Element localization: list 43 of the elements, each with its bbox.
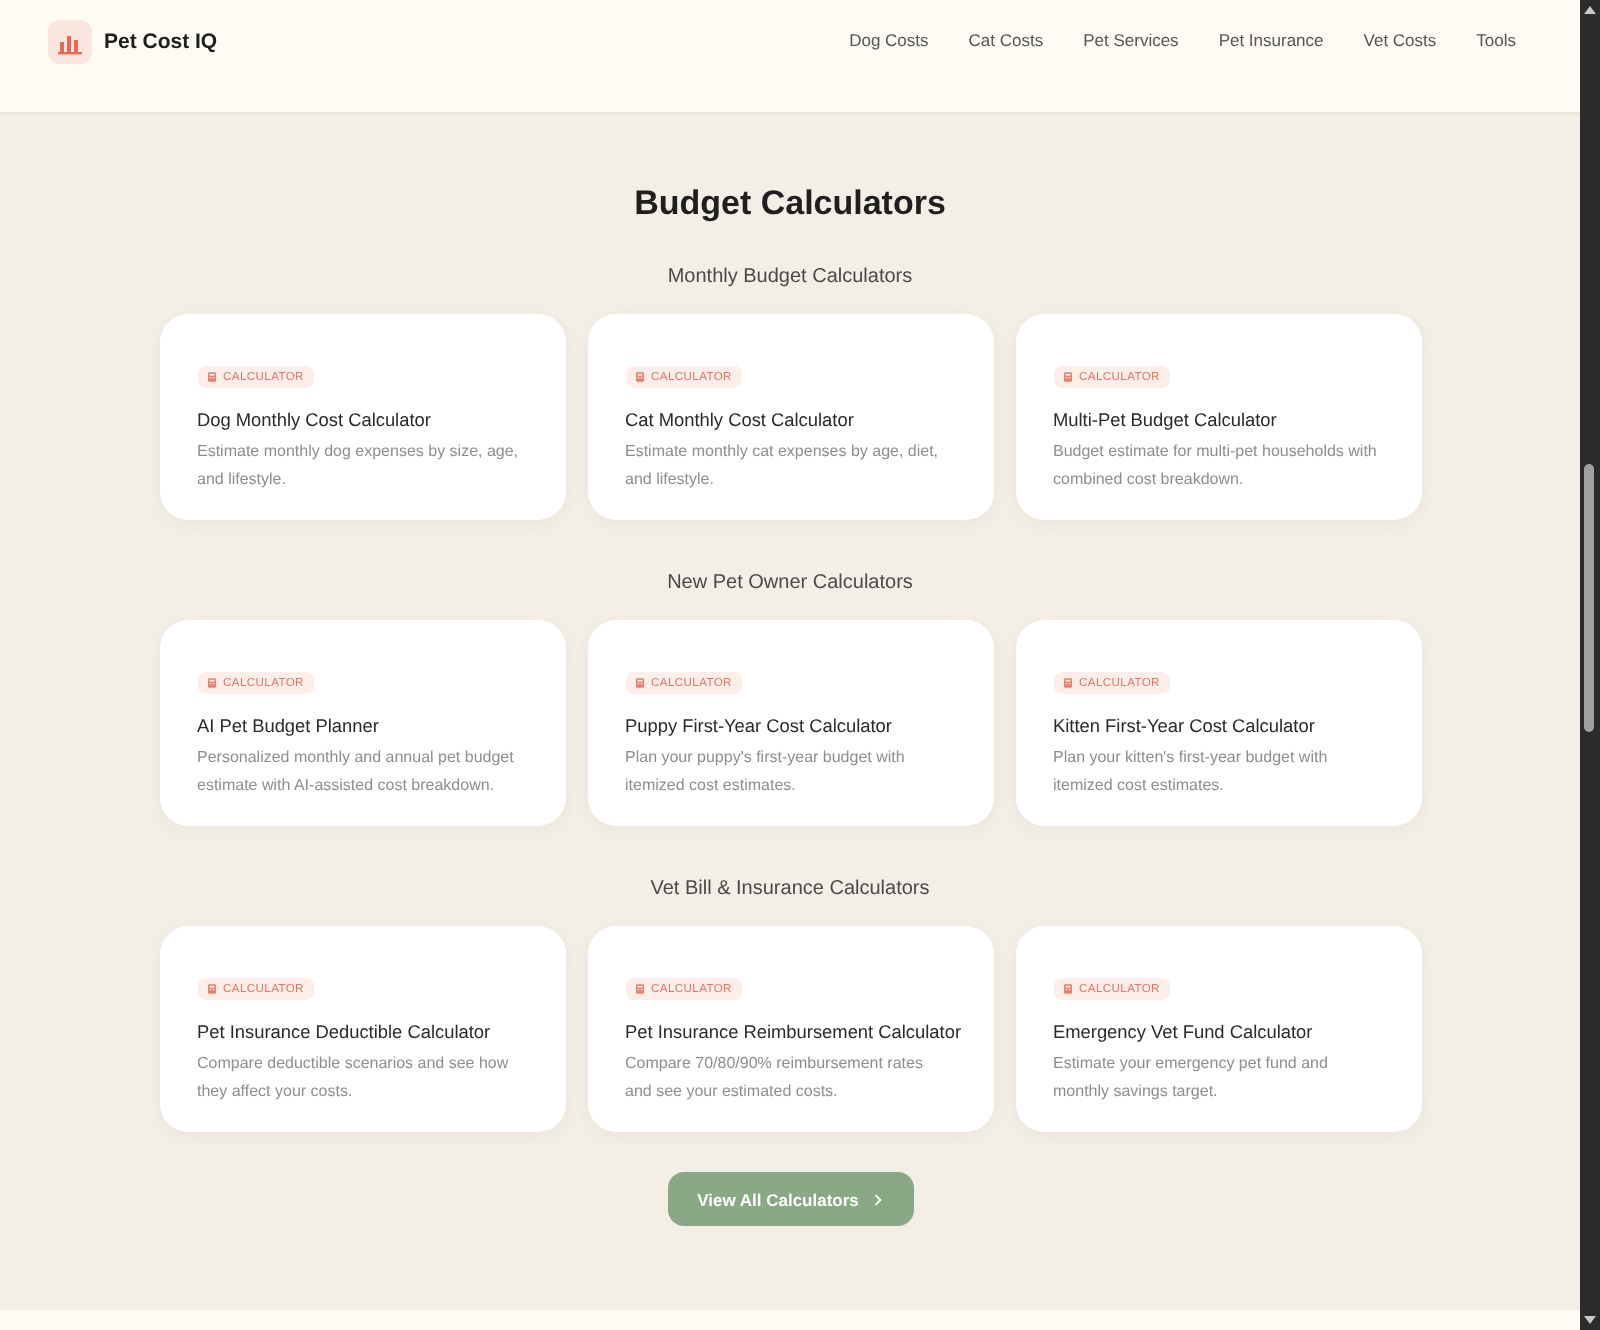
calculator-icon xyxy=(1063,984,1071,994)
section-heading: Monthly Budget Calculators xyxy=(667,264,913,292)
calculator-icon xyxy=(635,678,643,688)
card-title: Kitten First-Year Cost Calculator xyxy=(1053,714,1317,740)
card-title: Emergency Vet Fund Calculator xyxy=(1053,1020,1315,1046)
calculator-icon xyxy=(635,372,643,382)
card-description: Compare 70/80/90% reimbursement rates and see your estimated costs. xyxy=(625,1052,925,1104)
scroll-down-icon[interactable] xyxy=(1584,1316,1596,1324)
calculator-icon xyxy=(207,678,215,688)
card-description: Plan your puppy's first-year budget with itemized cost estimates. xyxy=(625,746,907,798)
calculator-icon xyxy=(635,984,643,994)
scroll-up-icon[interactable] xyxy=(1584,6,1596,14)
page-title: Budget Calculators xyxy=(634,182,946,226)
calculator-icon xyxy=(207,372,215,382)
card-description: Plan your kitten's first-year budget with itemized cost estimates. xyxy=(1053,746,1330,798)
section-heading: Vet Bill & Insurance Calculators xyxy=(650,876,930,904)
card-description: Personalized monthly and annual pet budget estimate with AI-assisted cost breakdown. xyxy=(197,746,516,798)
nav-link[interactable]: Pet Insurance xyxy=(1218,30,1324,50)
nav-link[interactable]: Pet Services xyxy=(1083,30,1179,50)
calculator-icon xyxy=(207,984,215,994)
card-description: Estimate your emergency pet fund and monthly savings target. xyxy=(1053,1052,1330,1104)
card-description: Budget estimate for multi-pet households with combined cost breakdown. xyxy=(1053,440,1377,492)
nav-link[interactable]: Dog Costs xyxy=(849,30,929,50)
card-title: Puppy First-Year Cost Calculator xyxy=(625,714,894,740)
calculator-icon xyxy=(1063,678,1071,688)
chevron-right-icon xyxy=(874,1193,883,1205)
card-title: Dog Monthly Cost Calculator xyxy=(197,408,433,434)
section-heading: New Pet Owner Calculators xyxy=(667,570,913,598)
card-description: Estimate monthly cat expenses by age, diet, and lifestyle. xyxy=(625,440,941,492)
nav-link[interactable]: Tools xyxy=(1476,30,1516,50)
brand-name[interactable]: Pet Cost IQ xyxy=(104,30,218,54)
bar-chart-logo-icon[interactable] xyxy=(48,20,92,64)
card-title: AI Pet Budget Planner xyxy=(197,714,381,740)
scrollbar-thumb[interactable] xyxy=(1584,464,1594,732)
calculator-icon xyxy=(1063,372,1071,382)
card-description: Estimate monthly dog expenses by size, age, and lifestyle. xyxy=(197,440,521,492)
card-title: Multi-Pet Budget Calculator xyxy=(1053,408,1279,434)
nav-link[interactable]: Cat Costs xyxy=(968,30,1044,50)
card-description: Compare deductible scenarios and see how they affect your costs. xyxy=(197,1052,511,1104)
card-title: Pet Insurance Reimbursement Calculator xyxy=(625,1020,957,1046)
card-title: Cat Monthly Cost Calculator xyxy=(625,408,856,434)
nav-link[interactable]: Vet Costs xyxy=(1363,30,1437,50)
card-title: Pet Insurance Deductible Calculator xyxy=(197,1020,493,1046)
